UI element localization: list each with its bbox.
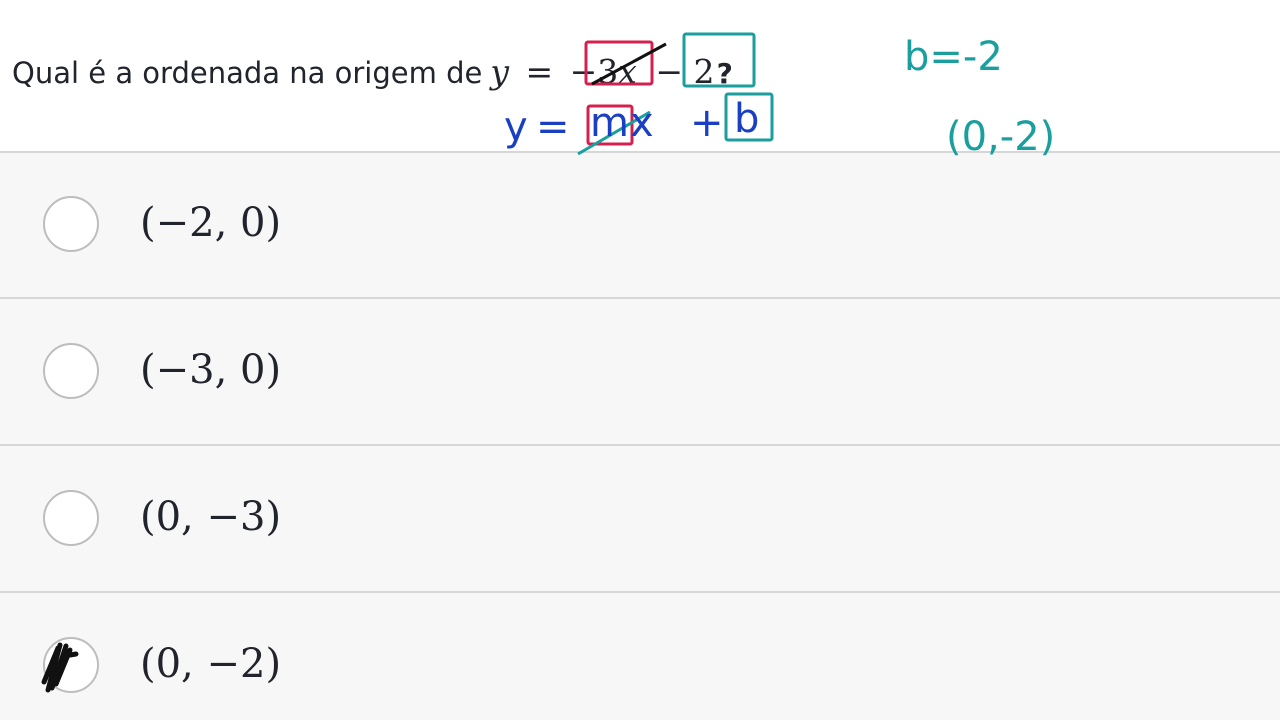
choice-label: (0, −2) <box>140 641 282 687</box>
choice-option-3[interactable]: (0, −3) <box>0 446 1280 590</box>
choice-label: (0, −3) <box>140 494 282 540</box>
radio-button[interactable] <box>43 343 99 399</box>
eq-const: − 2 <box>655 52 715 91</box>
handwritten-x: x <box>630 100 654 146</box>
handwritten-b: b <box>734 96 760 142</box>
handwritten-plus: + <box>690 100 724 146</box>
handwritten-point: (0,-2) <box>946 114 1056 160</box>
eq-x: x <box>618 52 637 91</box>
question-prefix: Qual é a ordenada na origem de <box>12 56 483 90</box>
radio-button[interactable] <box>43 490 99 546</box>
choice-label: (−3, 0) <box>140 347 282 393</box>
eq-y: y <box>490 52 509 91</box>
choice-label: (−2, 0) <box>140 200 282 246</box>
radio-button-selected[interactable] <box>43 637 99 693</box>
eq-equals: = <box>525 52 554 91</box>
question-text: Qual é a ordenada na origem de y = −3x −… <box>12 52 733 91</box>
handwritten-m: m <box>590 100 629 146</box>
eq-coef: −3 <box>569 52 619 91</box>
eq-question-mark: ? <box>716 57 733 90</box>
choice-option-4[interactable]: (0, −2) <box>0 593 1280 720</box>
handwritten-y: y <box>504 104 528 150</box>
radio-button[interactable] <box>43 196 99 252</box>
handwritten-b-value: b=-2 <box>904 34 1003 80</box>
handwritten-equals: = <box>536 104 570 150</box>
choice-option-1[interactable]: (−2, 0) <box>0 153 1280 297</box>
choice-option-2[interactable]: (−3, 0) <box>0 299 1280 443</box>
question-equation: y = −3x − 2? <box>490 52 732 91</box>
